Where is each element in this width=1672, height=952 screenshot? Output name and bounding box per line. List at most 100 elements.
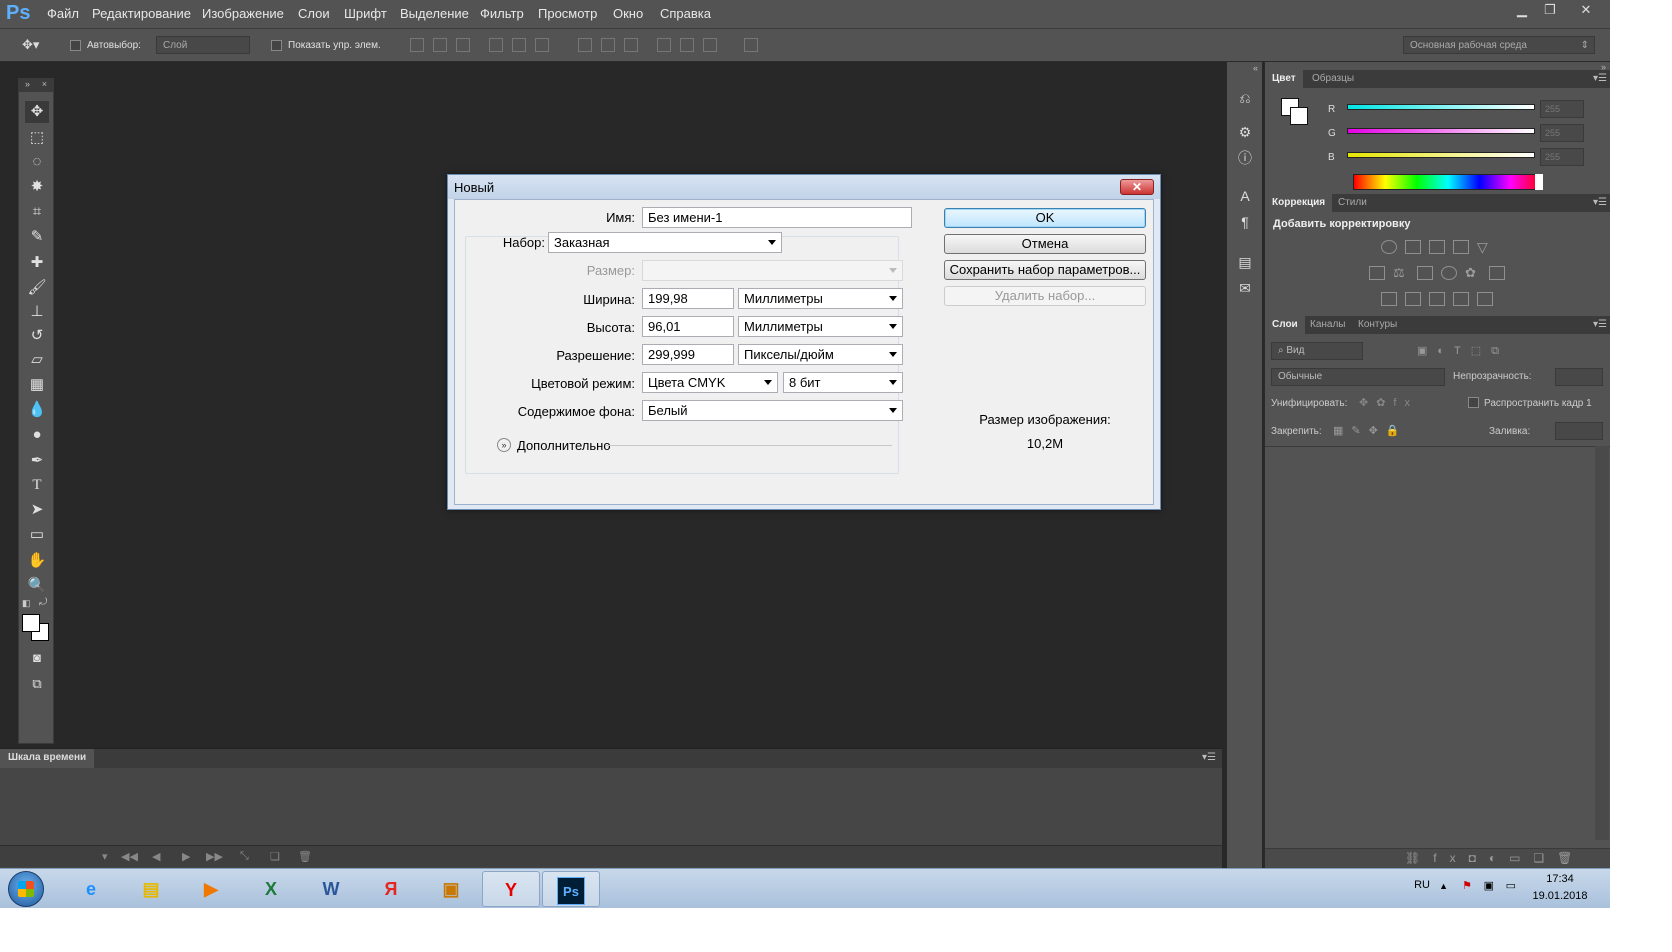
menu-view[interactable]: Просмотр [538,6,597,21]
height-input[interactable]: 96,01 [642,316,734,337]
advanced-label[interactable]: Дополнительно [517,438,611,453]
tab-timeline[interactable]: Шкала времени [0,749,95,768]
align-bottom-icon[interactable] [456,38,470,52]
tab-styles[interactable]: Стили [1331,194,1374,212]
layer-actions-icons[interactable]: ⛓fx◘◐▭❏🗑 [1405,851,1585,865]
width-unit-dropdown[interactable]: Миллиметры [738,288,903,309]
resolution-input[interactable]: 299,999 [642,344,734,365]
menu-select[interactable]: Выделение [400,6,469,21]
tray-expand-icon[interactable]: ▲ [1439,881,1448,891]
brightness-icon[interactable] [1381,240,1397,254]
dodge-tool-icon[interactable]: ● [25,424,49,446]
default-colors-icon[interactable]: ◧ [22,598,31,609]
layer-filter-icons[interactable]: ▣◐T⬚⧉ [1417,344,1509,358]
internet-explorer-icon[interactable]: e [62,871,120,907]
preset-dropdown[interactable]: Заказная [548,232,782,253]
curves-icon[interactable] [1429,240,1445,254]
bit-depth-dropdown[interactable]: 8 бит [783,372,903,393]
eraser-tool-icon[interactable]: ▱ [25,349,49,371]
align-right-icon[interactable] [535,38,549,52]
channel-r-slider[interactable] [1347,104,1535,110]
cancel-button[interactable]: Отмена [944,234,1146,254]
menu-help[interactable]: Справка [660,6,711,21]
menu-image[interactable]: Изображение [202,6,284,21]
opacity-input[interactable] [1555,368,1603,386]
layers-list[interactable] [1265,446,1610,840]
excel-icon[interactable]: X [242,871,300,907]
dropdown-icon[interactable]: ▾ [102,850,108,863]
background-dropdown[interactable]: Белый [642,400,903,421]
yandex-browser-icon[interactable]: Y [482,871,540,907]
menu-window[interactable]: Окно [613,6,643,21]
channel-r-value[interactable]: 255 [1540,100,1584,118]
dialog-close-button[interactable]: ✕ [1120,179,1154,195]
first-frame-icon[interactable]: ◀◀ [121,850,138,863]
hand-tool-icon[interactable]: ✋ [25,550,49,572]
type-tool-icon[interactable]: T [25,474,49,496]
tools-panel-header[interactable]: » × [19,79,53,92]
crop-tool-icon[interactable]: ⌗ [25,201,49,223]
tab-layers[interactable]: Слои [1265,316,1305,334]
resolution-unit-dropdown[interactable]: Пикселы/дюйм [738,344,903,365]
channel-b-slider[interactable] [1347,152,1535,158]
threshold-icon[interactable] [1429,292,1445,306]
distribute-right-icon[interactable] [703,38,717,52]
autoselect-checkbox[interactable] [70,40,81,51]
start-button[interactable] [8,871,44,907]
magic-wand-tool-icon[interactable]: ✸ [25,176,49,198]
restore-button[interactable]: ❐ [1536,0,1564,20]
move-tool-icon[interactable]: ✥ [25,101,49,123]
color-lookup-icon[interactable] [1489,266,1505,280]
word-icon[interactable]: W [302,871,360,907]
lock-icons[interactable]: ▦✎✥🔒 [1333,424,1408,437]
blend-mode-dropdown[interactable]: Обычные [1271,368,1445,386]
distribute-hcenter-icon[interactable] [680,38,694,52]
properties-panel-icon[interactable]: ▤ [1235,252,1255,272]
file-explorer-icon[interactable]: ▤ [122,871,180,907]
history-panel-icon[interactable]: ⎌ [1235,88,1255,108]
distribute-left-icon[interactable] [657,38,671,52]
invert-icon[interactable] [1381,292,1397,306]
channel-g-value[interactable]: 255 [1540,124,1584,142]
network-icon[interactable]: ▭ [1506,879,1516,892]
next-frame-icon[interactable]: ▶▶ [206,850,223,863]
media-player-icon[interactable]: ▶ [182,871,240,907]
minimize-button[interactable]: ▁ [1508,0,1536,20]
selective-color-icon[interactable] [1477,292,1493,306]
width-input[interactable]: 199,98 [642,288,734,309]
fill-input[interactable] [1555,422,1603,440]
distribute-bottom-icon[interactable] [624,38,638,52]
history-brush-tool-icon[interactable]: ↺ [25,325,49,347]
workspace-dropdown[interactable]: Основная рабочая среда ⇕ [1403,36,1595,54]
distribute-vcenter-icon[interactable] [601,38,615,52]
panel-menu-icon[interactable]: ▾☰ [1202,752,1216,763]
rectangle-tool-icon[interactable]: ▭ [25,524,49,546]
black-white-icon[interactable] [1417,266,1433,280]
yandex-icon[interactable]: Я [362,871,420,907]
hue-saturation-icon[interactable] [1369,266,1385,280]
tween-icon[interactable]: ⤡ [240,850,249,863]
clock-time[interactable]: 17:34 [1530,873,1590,885]
swap-colors-icon[interactable]: ⤾ [39,597,47,608]
unify-icons[interactable]: ✥✿fx [1359,396,1418,409]
path-selection-tool-icon[interactable]: ➤ [25,499,49,521]
lasso-tool-icon[interactable]: ◌ [25,151,49,173]
device-icon[interactable]: ▣ [1484,879,1494,892]
close-icon[interactable]: × [42,79,47,89]
channel-g-slider[interactable] [1347,128,1535,134]
channel-mixer-icon[interactable]: ✿ [1465,266,1481,280]
tab-color[interactable]: Цвет [1265,70,1303,88]
flag-icon[interactable]: ⚑ [1462,879,1472,892]
prev-frame-icon[interactable]: ◀ [152,850,160,863]
blur-tool-icon[interactable]: 💧 [25,399,49,421]
distribute-top-icon[interactable] [578,38,592,52]
tab-paths[interactable]: Контуры [1351,316,1404,334]
photo-app-icon[interactable]: ▣ [422,871,480,907]
posterize-icon[interactable] [1405,292,1421,306]
brush-presets-panel-icon[interactable]: ⚙ [1235,122,1255,142]
menu-type[interactable]: Шрифт [344,6,387,21]
propagate-frame-checkbox[interactable] [1468,397,1479,408]
ok-button[interactable]: OK [944,208,1146,228]
clock-date[interactable]: 19.01.2018 [1530,890,1590,902]
gradient-map-icon[interactable] [1453,292,1469,306]
